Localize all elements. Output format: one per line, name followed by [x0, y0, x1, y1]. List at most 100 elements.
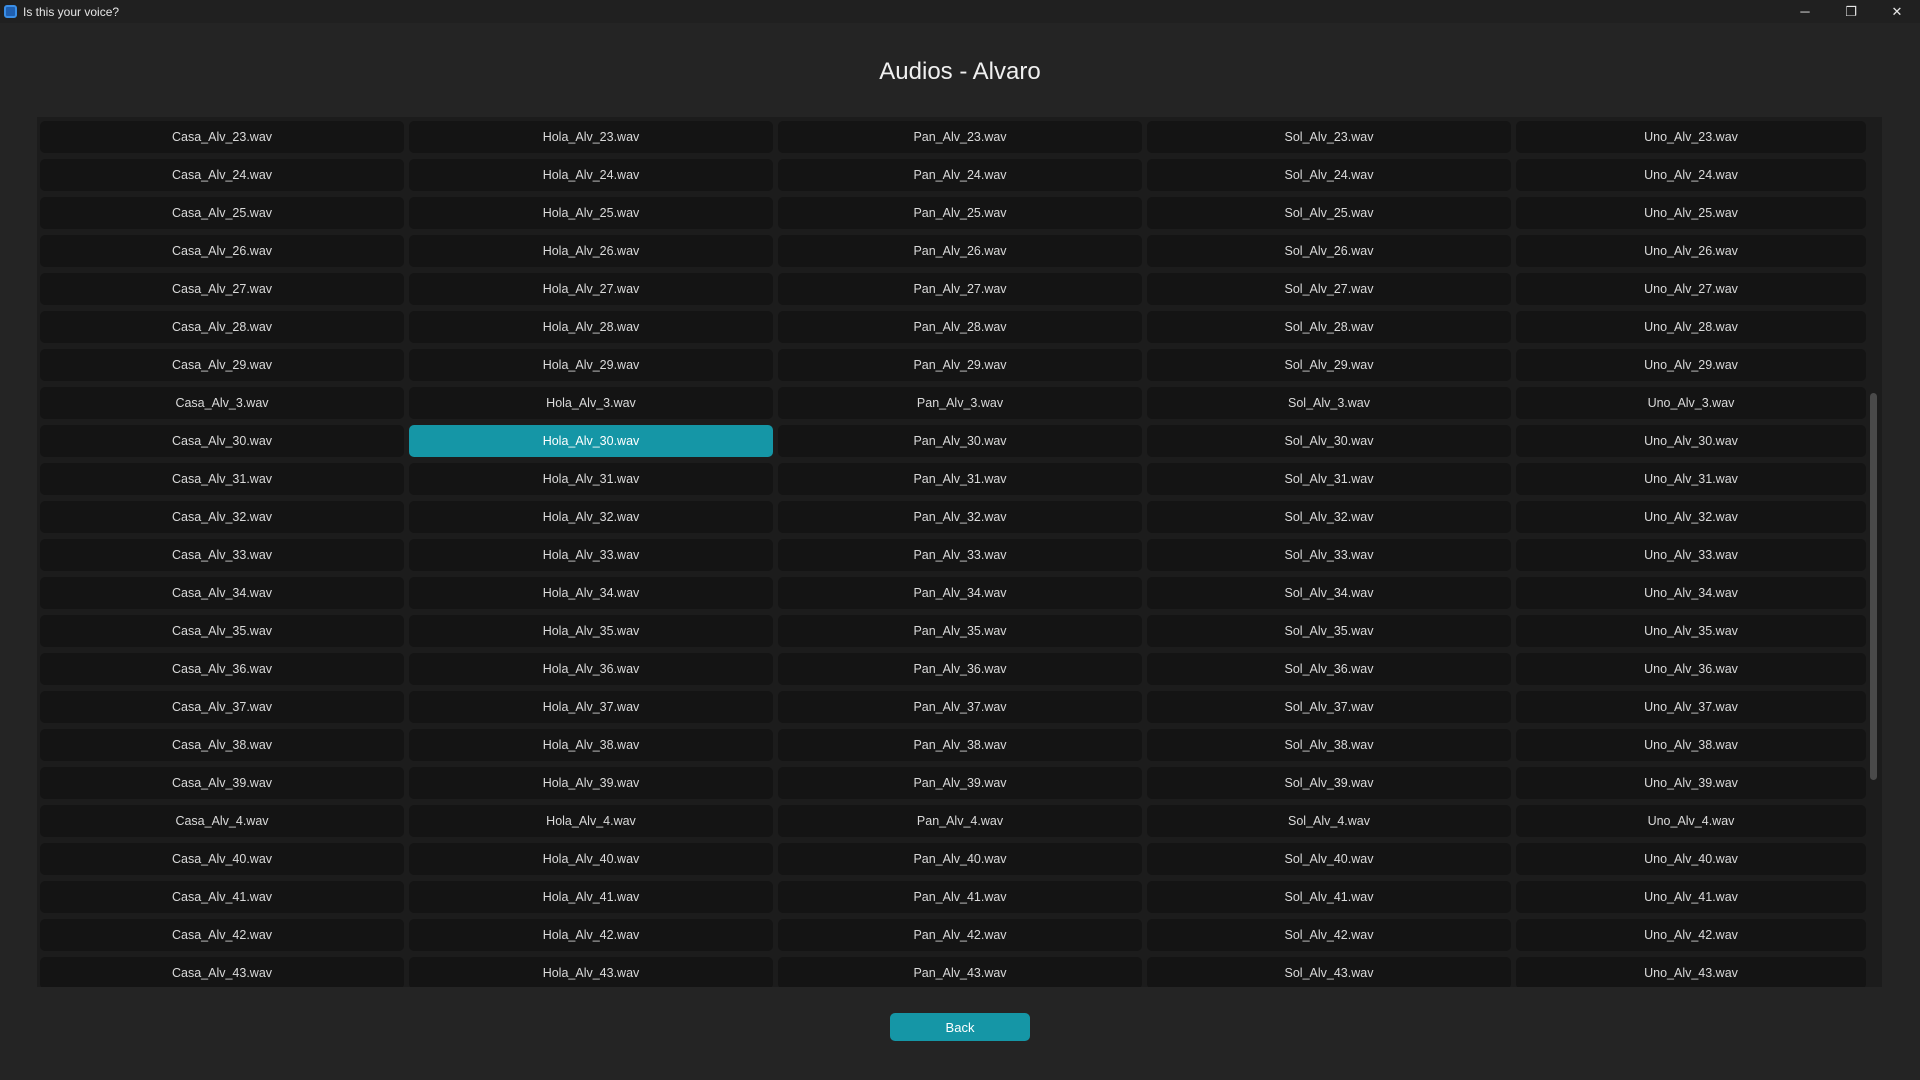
audio-file-button[interactable]: Uno_Alv_4.wav [1516, 805, 1866, 837]
audio-file-button[interactable]: Sol_Alv_43.wav [1147, 957, 1511, 987]
audio-file-button[interactable]: Uno_Alv_29.wav [1516, 349, 1866, 381]
audio-file-button[interactable]: Uno_Alv_28.wav [1516, 311, 1866, 343]
back-button[interactable]: Back [890, 1013, 1030, 1041]
audio-file-button[interactable]: Hola_Alv_33.wav [409, 539, 773, 571]
audio-file-button[interactable]: Sol_Alv_37.wav [1147, 691, 1511, 723]
audio-file-button[interactable]: Pan_Alv_37.wav [778, 691, 1142, 723]
audio-file-button[interactable]: Pan_Alv_41.wav [778, 881, 1142, 913]
audio-file-button[interactable]: Casa_Alv_3.wav [40, 387, 404, 419]
audio-file-button[interactable]: Pan_Alv_39.wav [778, 767, 1142, 799]
audio-file-button[interactable]: Hola_Alv_25.wav [409, 197, 773, 229]
audio-file-button[interactable]: Pan_Alv_43.wav [778, 957, 1142, 987]
audio-file-button[interactable]: Pan_Alv_30.wav [778, 425, 1142, 457]
audio-file-button[interactable]: Pan_Alv_3.wav [778, 387, 1142, 419]
audio-file-button[interactable]: Pan_Alv_26.wav [778, 235, 1142, 267]
audio-file-button[interactable]: Pan_Alv_32.wav [778, 501, 1142, 533]
audio-file-button[interactable]: Sol_Alv_27.wav [1147, 273, 1511, 305]
audio-file-button[interactable]: Sol_Alv_34.wav [1147, 577, 1511, 609]
audio-file-button[interactable]: Pan_Alv_40.wav [778, 843, 1142, 875]
audio-file-button[interactable]: Hola_Alv_4.wav [409, 805, 773, 837]
audio-file-button[interactable]: Casa_Alv_34.wav [40, 577, 404, 609]
audio-file-button[interactable]: Sol_Alv_26.wav [1147, 235, 1511, 267]
audio-file-button[interactable]: Uno_Alv_35.wav [1516, 615, 1866, 647]
audio-file-button[interactable]: Casa_Alv_26.wav [40, 235, 404, 267]
audio-file-button[interactable]: Uno_Alv_31.wav [1516, 463, 1866, 495]
audio-file-button[interactable]: Sol_Alv_25.wav [1147, 197, 1511, 229]
audio-file-button[interactable]: Casa_Alv_43.wav [40, 957, 404, 987]
audio-file-button[interactable]: Sol_Alv_31.wav [1147, 463, 1511, 495]
audio-file-button[interactable]: Pan_Alv_38.wav [778, 729, 1142, 761]
audio-file-button[interactable]: Casa_Alv_35.wav [40, 615, 404, 647]
audio-file-button[interactable]: Casa_Alv_36.wav [40, 653, 404, 685]
audio-file-button[interactable]: Sol_Alv_3.wav [1147, 387, 1511, 419]
audio-file-button[interactable]: Sol_Alv_28.wav [1147, 311, 1511, 343]
audio-file-button[interactable]: Sol_Alv_40.wav [1147, 843, 1511, 875]
audio-file-button[interactable]: Pan_Alv_34.wav [778, 577, 1142, 609]
audio-file-button[interactable]: Casa_Alv_37.wav [40, 691, 404, 723]
audio-file-button[interactable]: Hola_Alv_26.wav [409, 235, 773, 267]
audio-file-button[interactable]: Pan_Alv_33.wav [778, 539, 1142, 571]
audio-file-button[interactable]: Uno_Alv_37.wav [1516, 691, 1866, 723]
audio-file-button[interactable]: Pan_Alv_35.wav [778, 615, 1142, 647]
vertical-scrollbar[interactable] [1866, 117, 1882, 987]
audio-file-button[interactable]: Casa_Alv_31.wav [40, 463, 404, 495]
audio-file-button[interactable]: Sol_Alv_33.wav [1147, 539, 1511, 571]
audio-file-button[interactable]: Hola_Alv_29.wav [409, 349, 773, 381]
audio-file-button[interactable]: Pan_Alv_24.wav [778, 159, 1142, 191]
audio-file-button[interactable]: Casa_Alv_32.wav [40, 501, 404, 533]
audio-file-button[interactable]: Casa_Alv_30.wav [40, 425, 404, 457]
audio-file-button[interactable]: Hola_Alv_3.wav [409, 387, 773, 419]
audio-file-button[interactable]: Uno_Alv_30.wav [1516, 425, 1866, 457]
audio-file-button[interactable]: Pan_Alv_29.wav [778, 349, 1142, 381]
audio-file-button[interactable]: Casa_Alv_29.wav [40, 349, 404, 381]
audio-file-button[interactable]: Uno_Alv_36.wav [1516, 653, 1866, 685]
audio-file-button[interactable]: Pan_Alv_36.wav [778, 653, 1142, 685]
audio-file-button[interactable]: Uno_Alv_40.wav [1516, 843, 1866, 875]
audio-file-button[interactable]: Casa_Alv_28.wav [40, 311, 404, 343]
audio-file-button[interactable]: Uno_Alv_43.wav [1516, 957, 1866, 987]
audio-file-button[interactable]: Sol_Alv_24.wav [1147, 159, 1511, 191]
audio-file-button[interactable]: Hola_Alv_37.wav [409, 691, 773, 723]
audio-file-button[interactable]: Hola_Alv_43.wav [409, 957, 773, 987]
audio-file-button[interactable]: Hola_Alv_36.wav [409, 653, 773, 685]
audio-file-button[interactable]: Uno_Alv_39.wav [1516, 767, 1866, 799]
audio-file-button[interactable]: Hola_Alv_38.wav [409, 729, 773, 761]
audio-file-button[interactable]: Uno_Alv_33.wav [1516, 539, 1866, 571]
audio-file-button[interactable]: Hola_Alv_42.wav [409, 919, 773, 951]
audio-file-button[interactable]: Sol_Alv_30.wav [1147, 425, 1511, 457]
audio-file-button[interactable]: Hola_Alv_32.wav [409, 501, 773, 533]
audio-file-button[interactable]: Uno_Alv_3.wav [1516, 387, 1866, 419]
audio-file-button[interactable]: Uno_Alv_38.wav [1516, 729, 1866, 761]
audio-file-button[interactable]: Pan_Alv_25.wav [778, 197, 1142, 229]
audio-file-button[interactable]: Casa_Alv_39.wav [40, 767, 404, 799]
audio-file-button[interactable]: Hola_Alv_27.wav [409, 273, 773, 305]
audio-file-button[interactable]: Sol_Alv_23.wav [1147, 121, 1511, 153]
audio-file-button[interactable]: Hola_Alv_34.wav [409, 577, 773, 609]
audio-file-button[interactable]: Uno_Alv_41.wav [1516, 881, 1866, 913]
audio-file-button[interactable]: Hola_Alv_23.wav [409, 121, 773, 153]
audio-file-button[interactable]: Casa_Alv_40.wav [40, 843, 404, 875]
audio-file-button[interactable]: Uno_Alv_26.wav [1516, 235, 1866, 267]
audio-file-button[interactable]: Hola_Alv_31.wav [409, 463, 773, 495]
audio-file-button[interactable]: Uno_Alv_24.wav [1516, 159, 1866, 191]
audio-file-button[interactable]: Uno_Alv_42.wav [1516, 919, 1866, 951]
audio-file-button[interactable]: Hola_Alv_24.wav [409, 159, 773, 191]
scrollbar-thumb[interactable] [1870, 393, 1877, 780]
audio-file-button[interactable]: Sol_Alv_41.wav [1147, 881, 1511, 913]
audio-file-button[interactable]: Casa_Alv_38.wav [40, 729, 404, 761]
audio-file-button[interactable]: Casa_Alv_23.wav [40, 121, 404, 153]
audio-file-button[interactable]: Sol_Alv_29.wav [1147, 349, 1511, 381]
audio-file-button[interactable]: Casa_Alv_41.wav [40, 881, 404, 913]
audio-file-button[interactable]: Casa_Alv_33.wav [40, 539, 404, 571]
audio-file-button[interactable]: Sol_Alv_42.wav [1147, 919, 1511, 951]
audio-file-button[interactable]: Hola_Alv_41.wav [409, 881, 773, 913]
audio-file-button[interactable]: Sol_Alv_39.wav [1147, 767, 1511, 799]
audio-file-button[interactable]: Sol_Alv_4.wav [1147, 805, 1511, 837]
audio-file-button[interactable]: Sol_Alv_36.wav [1147, 653, 1511, 685]
audio-file-button[interactable]: Casa_Alv_4.wav [40, 805, 404, 837]
audio-file-button[interactable]: Sol_Alv_35.wav [1147, 615, 1511, 647]
restore-button[interactable]: ❐ [1828, 0, 1874, 23]
audio-file-button[interactable]: Casa_Alv_25.wav [40, 197, 404, 229]
audio-file-button[interactable]: Uno_Alv_25.wav [1516, 197, 1866, 229]
minimize-button[interactable]: ─ [1782, 0, 1828, 23]
